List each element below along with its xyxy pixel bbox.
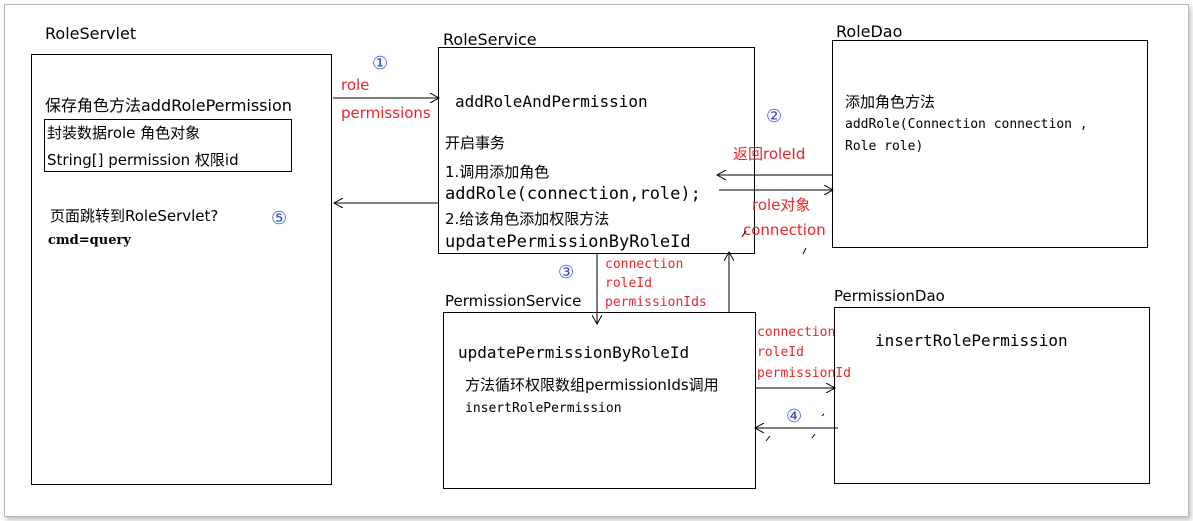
tick-mark-c xyxy=(765,435,771,442)
tick-mark-b xyxy=(802,247,807,255)
tick-mark-e xyxy=(821,413,825,417)
tick-mark-d xyxy=(811,433,816,439)
connector-layer xyxy=(333,0,838,442)
tick-mark-a xyxy=(741,230,747,238)
